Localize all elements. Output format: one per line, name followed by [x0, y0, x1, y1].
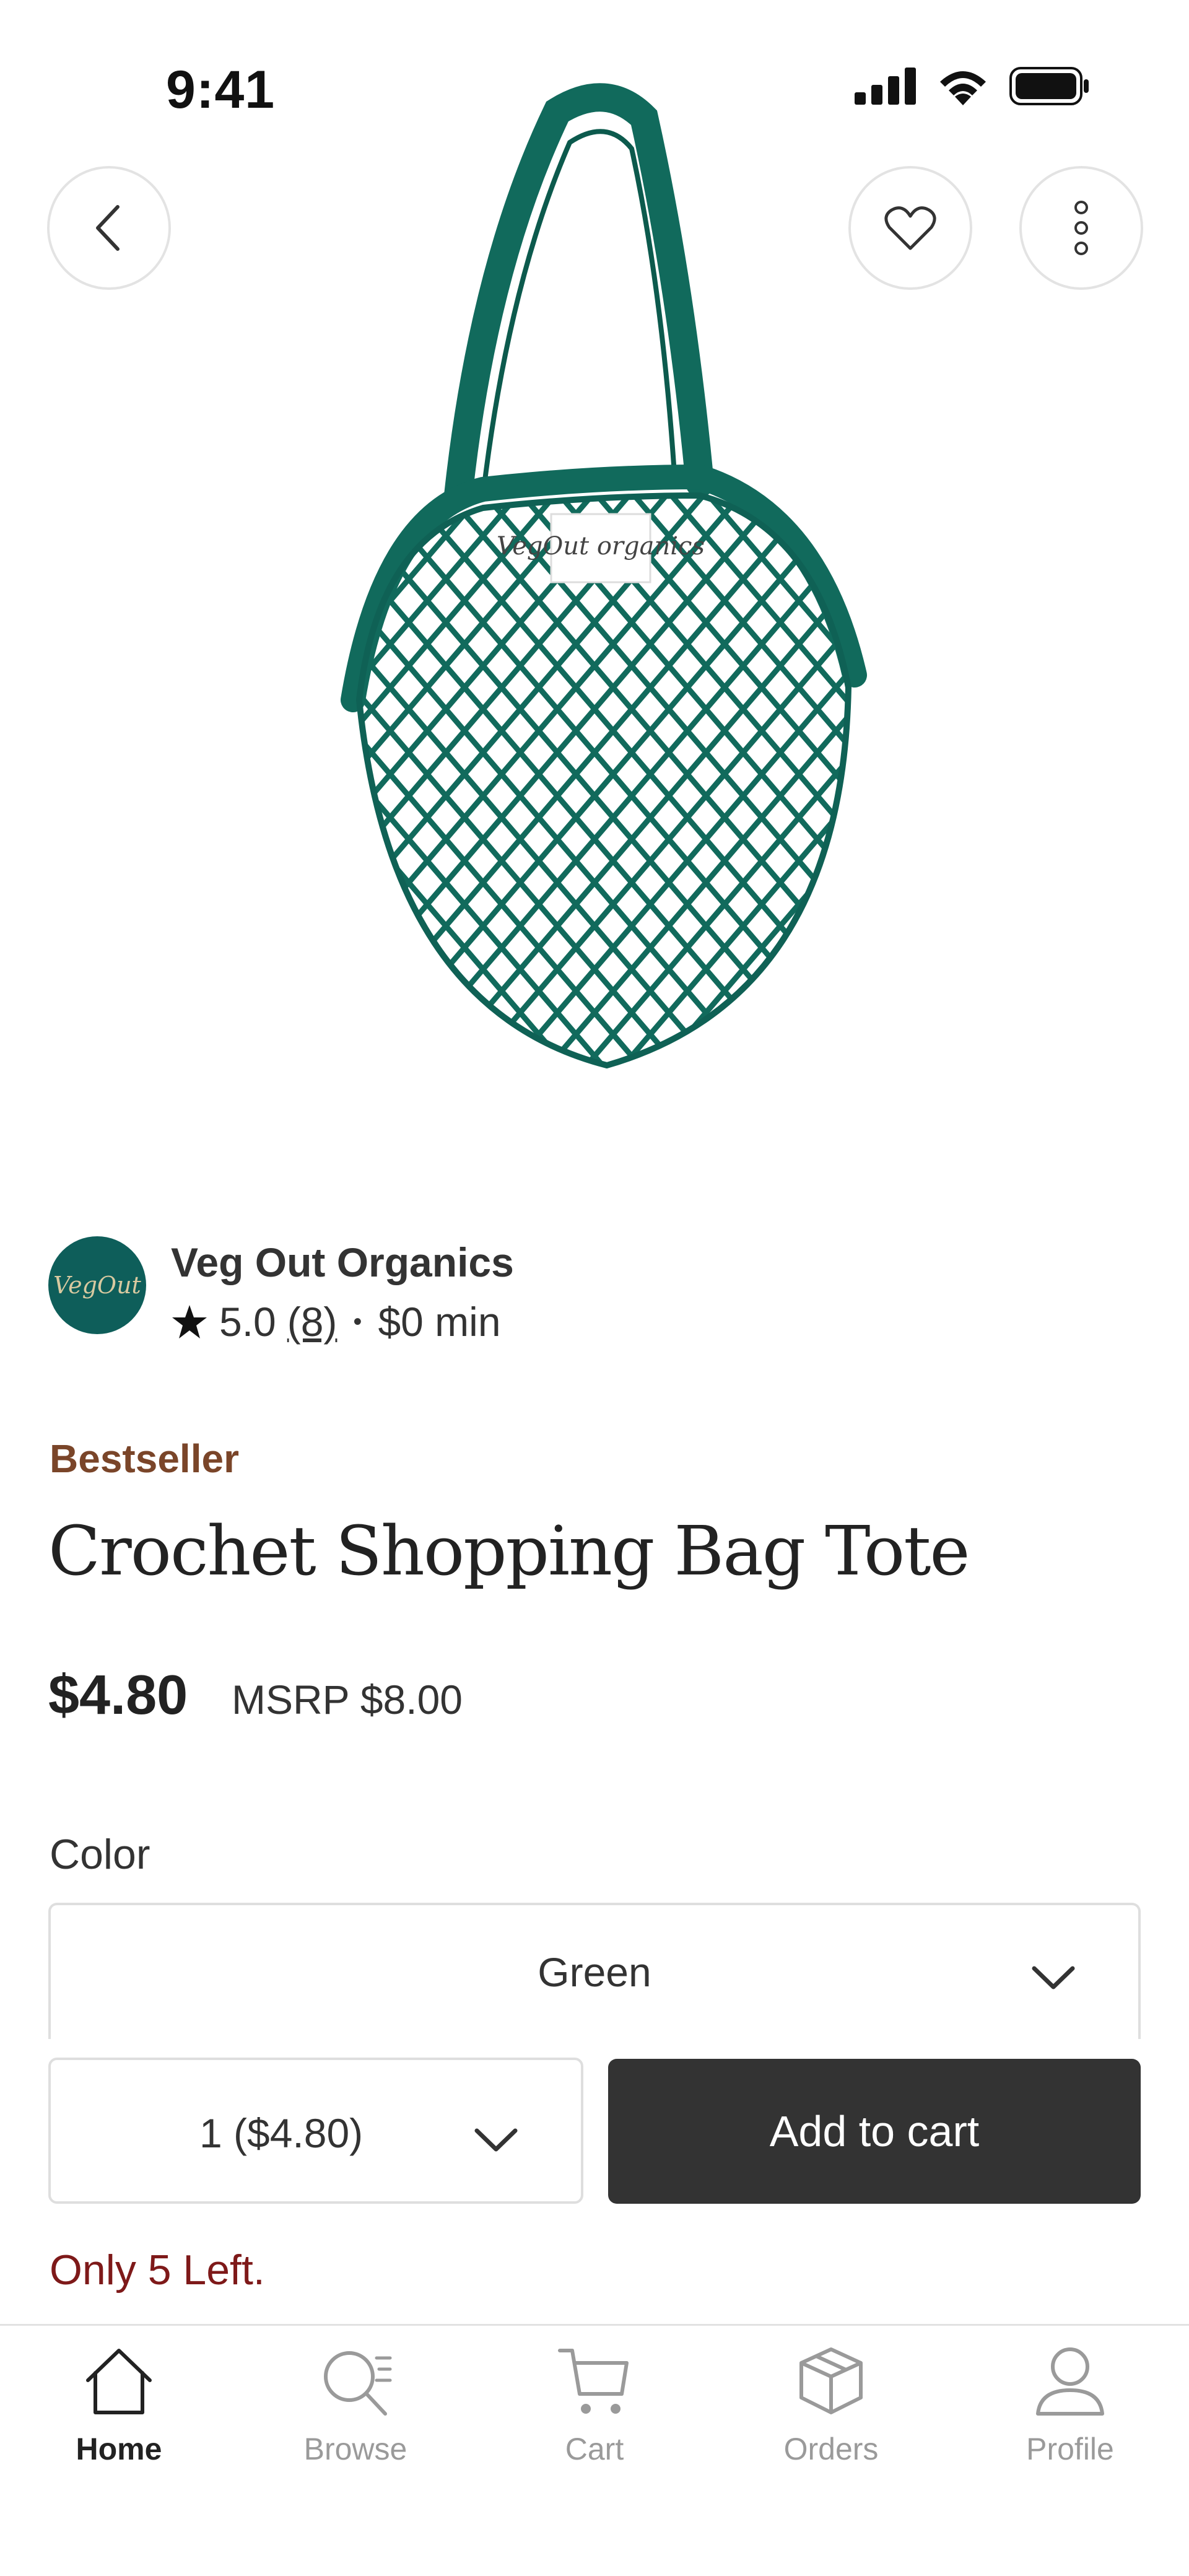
shop-meta: 5.0 (8) • $0 min — [171, 1298, 501, 1345]
back-button[interactable] — [47, 166, 171, 290]
battery-icon — [1009, 67, 1089, 105]
wifi-icon — [940, 71, 986, 105]
shop-logo[interactable]: VegOut — [48, 1236, 146, 1334]
bottom-nav: Home Browse Cart Orders Profile — [0, 2324, 1189, 2576]
cart-icon — [558, 2349, 629, 2414]
separator-dot: • — [353, 1308, 362, 1335]
product-price: $4.80 — [48, 1664, 188, 1726]
nav-home-label: Home — [76, 2432, 162, 2466]
bag-label-text: VegOut organics — [497, 532, 705, 561]
nav-orders-label: Orders — [783, 2432, 879, 2466]
product-msrp: MSRP $8.00 — [232, 1677, 463, 1722]
shop-name[interactable]: Veg Out Organics — [171, 1239, 514, 1286]
user-icon — [1036, 2347, 1104, 2416]
shop-rating: 5.0 — [219, 1299, 276, 1345]
chevron-down-icon — [1032, 1966, 1075, 1989]
stock-notice: Only 5 Left. — [50, 2246, 265, 2294]
bestseller-badge: Bestseller — [50, 1436, 239, 1481]
star-icon — [171, 1304, 208, 1340]
package-icon — [799, 2347, 863, 2414]
chevron-left-icon — [96, 205, 120, 251]
shop-minimum: $0 min — [378, 1299, 501, 1345]
search-icon — [324, 2351, 392, 2416]
product-image: VegOut organics — [297, 81, 892, 1084]
add-to-cart-button[interactable]: Add to cart — [608, 2059, 1141, 2204]
nav-browse[interactable]: Browse — [263, 2344, 448, 2467]
heart-icon — [884, 206, 936, 250]
shop-logo-text: VegOut — [53, 1272, 141, 1299]
favorite-button[interactable] — [848, 166, 972, 290]
color-select[interactable]: Green — [48, 1903, 1141, 2039]
nav-home[interactable]: Home — [26, 2344, 212, 2467]
status-time: 9:41 — [166, 60, 276, 120]
nav-orders[interactable]: Orders — [738, 2344, 924, 2467]
quantity-select[interactable]: 1 ($4.80) — [48, 2058, 583, 2204]
color-label: Color — [50, 1831, 150, 1878]
more-vertical-icon — [1074, 201, 1088, 255]
nav-cart-label: Cart — [565, 2432, 624, 2466]
quantity-select-value: 1 ($4.80) — [199, 2110, 364, 2156]
home-icon — [86, 2349, 152, 2414]
chevron-down-icon — [474, 2128, 518, 2152]
product-title: Crochet Shopping Bag Tote — [48, 1511, 970, 1591]
more-options-button[interactable] — [1019, 166, 1143, 290]
nav-profile[interactable]: Profile — [977, 2344, 1163, 2467]
nav-cart[interactable]: Cart — [502, 2344, 687, 2467]
nav-profile-label: Profile — [1026, 2432, 1114, 2466]
review-count-link[interactable]: (8) — [287, 1298, 338, 1345]
nav-browse-label: Browse — [303, 2432, 407, 2466]
color-select-value: Green — [538, 1949, 651, 1995]
